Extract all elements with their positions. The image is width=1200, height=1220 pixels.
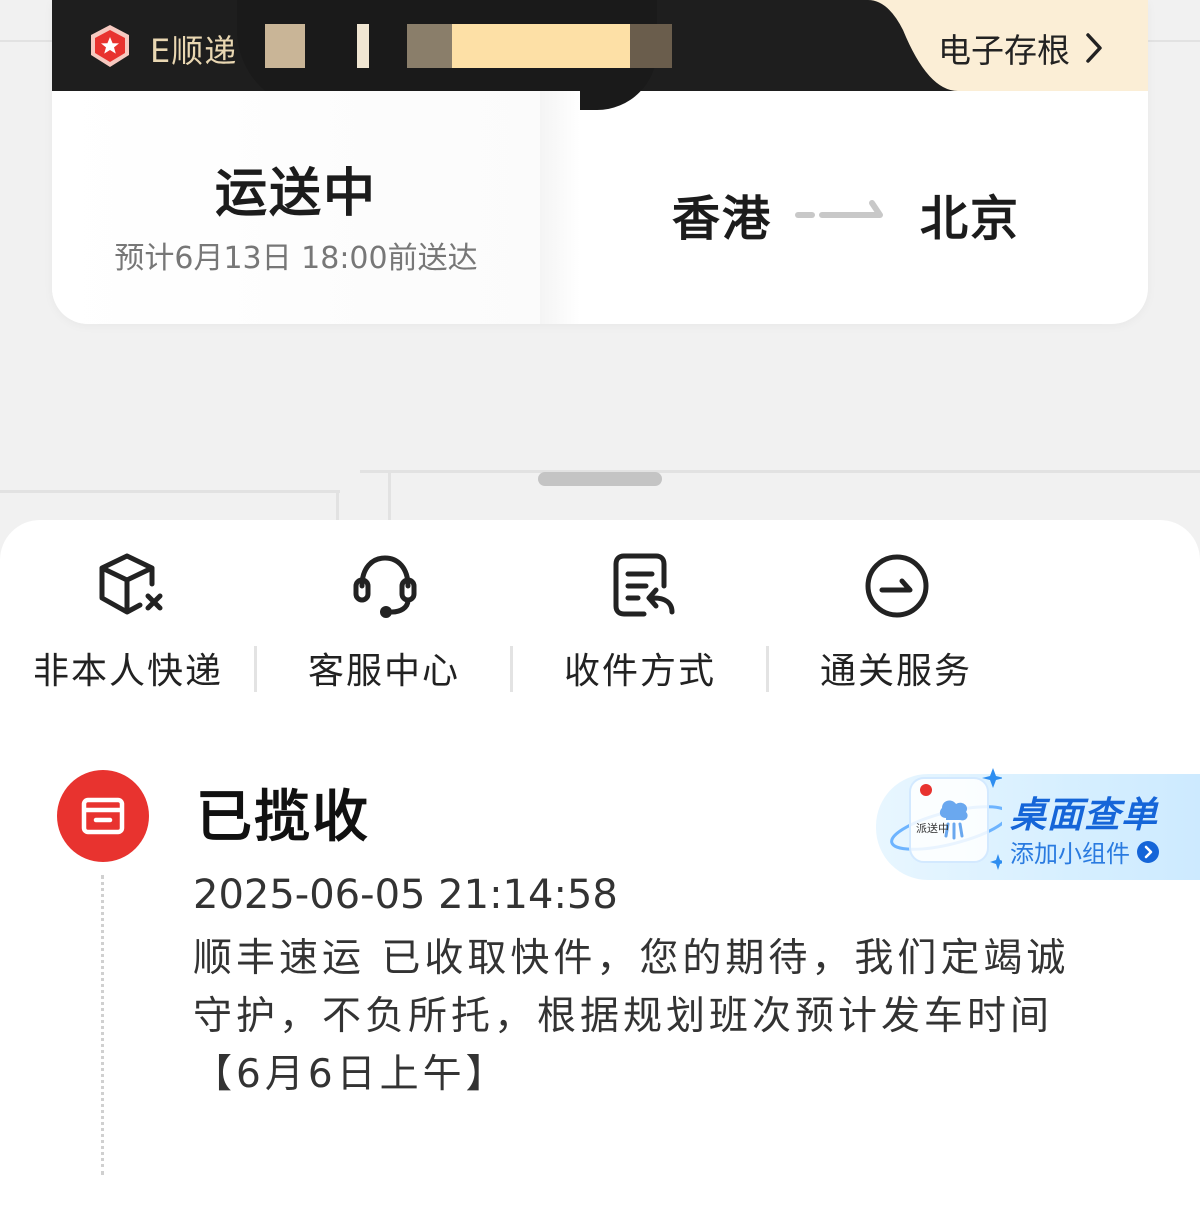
event-title: 已揽收 xyxy=(196,785,370,850)
shipment-eta: 预计6月13日 18:00前送达 xyxy=(114,241,478,276)
action-label: 收件方式 xyxy=(563,651,716,692)
map-line xyxy=(0,490,340,493)
headset-icon xyxy=(353,555,417,618)
electronic-stub-link[interactable]: 电子存根 xyxy=(938,24,1104,72)
action-receive-method[interactable]: 收件方式 xyxy=(512,550,768,700)
origin-city: 香港 xyxy=(672,191,773,247)
map-line xyxy=(388,472,391,520)
event-time: 2025-06-05 21:14:58 xyxy=(193,872,618,918)
map-line xyxy=(336,490,339,520)
brand-logo-icon xyxy=(91,25,129,67)
action-customer-service[interactable]: 客服中心 xyxy=(256,550,512,700)
sheet-drag-handle[interactable] xyxy=(538,472,662,486)
stub-link-label: 电子存根 xyxy=(938,31,1070,70)
map-line xyxy=(360,470,1200,473)
widget-promo-title: 桌面查单 xyxy=(1010,795,1159,836)
action-not-mine[interactable]: 非本人快递 xyxy=(0,550,256,700)
action-label: 通关服务 xyxy=(819,651,972,692)
action-label: 客服中心 xyxy=(307,651,460,692)
timeline-status-marker xyxy=(57,770,149,862)
panel-divider xyxy=(540,91,580,324)
widget-thumb-label: 派送中 xyxy=(916,821,949,835)
package-x-icon xyxy=(99,553,163,615)
shipment-status: 运送中 xyxy=(214,164,377,224)
widget-promo-banner[interactable]: 派送中 桌面查单 添加小组件 xyxy=(876,768,1200,880)
route-arrow-icon xyxy=(795,200,883,218)
action-label: 非本人快递 xyxy=(32,651,223,692)
destination-city: 北京 xyxy=(920,191,1021,247)
widget-promo-subtitle: 添加小组件 xyxy=(1010,834,1160,869)
detail-sheet: 非本人快递 客服中心 收件方式 通关服务 已揽收 2025-06-05 21:1… xyxy=(0,520,1200,1220)
shipment-card[interactable]: E顺递 电子存根 运送中 预计6月13日 18:00前送达 香港 北京 xyxy=(52,0,1148,324)
chevron-right-icon xyxy=(1086,33,1102,63)
receipt-return-icon xyxy=(613,553,675,617)
route-panel: 香港 北京 xyxy=(580,91,1148,324)
chevron-circle-right-icon xyxy=(1137,840,1159,863)
action-customs-service[interactable]: 通关服务 xyxy=(768,550,1024,700)
timeline-connector xyxy=(101,875,104,1175)
arrow-circle-icon xyxy=(865,554,929,618)
status-panel: 运送中 预计6月13日 18:00前送达 xyxy=(52,91,540,324)
box-icon xyxy=(81,797,125,835)
widget-promo-subtitle-text: 添加小组件 xyxy=(1010,840,1130,868)
event-description: 顺丰速运 已收取快件，您的期待，我们定竭诚守护，不负所托，根据规划班次预计发车时… xyxy=(193,936,1070,1097)
widget-preview-icon: 派送中 xyxy=(890,768,1002,870)
brand-name: E顺递 xyxy=(150,32,238,70)
quick-actions: 非本人快递 客服中心 收件方式 通关服务 xyxy=(0,550,1024,710)
